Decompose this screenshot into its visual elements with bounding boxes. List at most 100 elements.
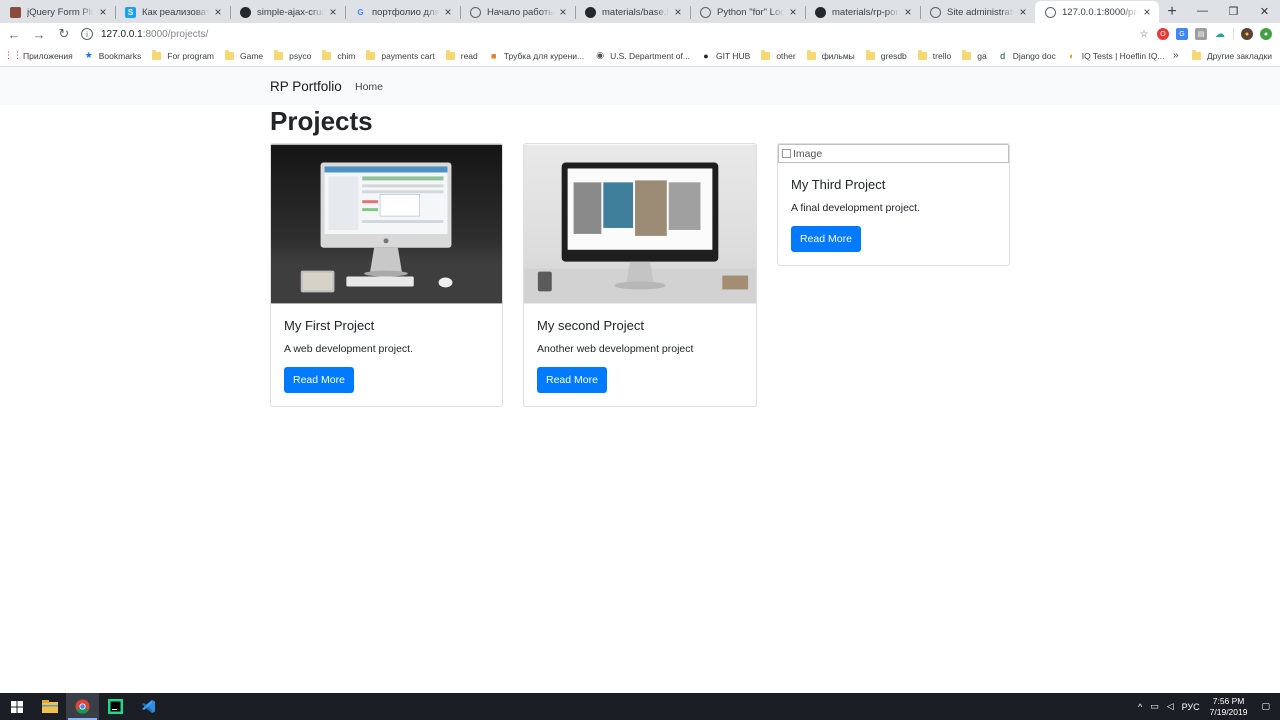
new-tab-button[interactable]: + [1159,1,1185,23]
read-more-button[interactable]: Read More [791,226,861,252]
tab-close-icon[interactable]: × [902,5,914,19]
bookmark-item[interactable]: ◉ U.S. Department of... [595,50,690,61]
tab-list: jQuery Form Plugin×SКак реализовать C×si… [0,1,1159,23]
bookmark-item[interactable]: фильмы [806,49,855,61]
bookmark-label: trello [932,50,952,61]
file-explorer-icon[interactable] [33,693,66,720]
tab-close-icon[interactable]: × [327,5,339,19]
folder-icon [322,49,332,60]
opera-extension-icon[interactable]: O [1157,28,1169,40]
tab-title: Как реализовать C [142,6,209,18]
bookmark-item[interactable]: For program [152,49,214,61]
folder-icon [865,49,875,60]
minimize-icon[interactable]: — [1187,0,1218,22]
tab-close-icon[interactable]: × [97,5,109,19]
other-bookmarks[interactable]: Другие закладки [1191,49,1272,61]
tab-title: materials/base.htm [602,6,669,18]
address-path: :8000/projects/ [142,28,209,40]
network-icon[interactable]: ▭ [1150,701,1159,712]
bookmark-item[interactable]: ★ Bookmarks [84,50,142,61]
translate-extension-icon[interactable]: G [1176,28,1188,40]
close-window-icon[interactable]: ✕ [1249,0,1280,22]
tab-close-icon[interactable]: × [787,5,799,19]
cloud-extension-icon[interactable]: ☁ [1214,28,1226,40]
volume-icon[interactable]: ◁ [1167,701,1174,712]
project-card-3: Image My Third Project A final developme… [777,143,1010,266]
bookmark-item[interactable]: read [445,49,478,61]
read-more-button[interactable]: Read More [284,367,354,393]
menu-extension-icon[interactable]: ● [1260,28,1272,40]
browser-tab[interactable]: Начало работы с D× [460,1,575,23]
tray-chevron-icon[interactable]: ^ [1138,702,1142,712]
browser-tab[interactable]: simple-ajax-crud/vi× [230,1,345,23]
tab-close-icon[interactable]: × [1141,5,1153,19]
folder-icon [806,49,816,60]
tab-close-icon[interactable]: × [672,5,684,19]
more-bookmarks-chevron-icon[interactable]: » [1173,50,1179,61]
tab-title: Site administration [947,6,1014,18]
bookmark-label: other [776,50,796,61]
bookmark-item[interactable]: ■ Трубка для курени... [489,51,584,61]
bookmark-item[interactable]: chim [322,49,355,61]
bookmark-label: GIT HUB [715,50,751,61]
image-alt-text: Image [793,147,823,160]
address-bar[interactable]: i 127.0.0.1:8000/projects/ [81,24,1138,44]
browser-tab[interactable]: jQuery Form Plugin× [0,1,115,23]
bookmark-item[interactable]: ga [962,49,987,61]
bookmark-item[interactable]: trello [917,49,952,61]
browser-tab[interactable]: materials/base.htm× [575,1,690,23]
globe-icon [930,6,941,18]
bookmark-item[interactable]: d Django doc [998,51,1056,61]
bookmarks-bar: ⋮⋮ Приложения ★ Bookmarks For program Game psy… [0,45,1280,67]
bookmark-item[interactable]: payments cart [366,49,435,61]
bookmark-item[interactable]: other [761,49,796,61]
bookmark-item[interactable]: psyco [274,49,311,61]
vscode-icon[interactable] [132,693,165,720]
bookmark-label: U.S. Department of... [610,50,690,61]
language-indicator[interactable]: РУС [1182,702,1200,712]
bookmark-label: Django doc [1012,50,1056,61]
nav-home-link[interactable]: Home [355,81,383,93]
bookmark-item[interactable]: Game [225,49,263,61]
browser-tab[interactable]: Site administration× [920,1,1035,23]
bookmark-item[interactable]: ⋮⋮ Приложения [4,50,73,61]
bookmark-star-icon[interactable]: ☆ [1138,28,1150,40]
tab-close-icon[interactable]: × [557,5,569,19]
tab-close-icon[interactable]: × [442,5,454,19]
profile-avatar-icon[interactable]: ● [1241,28,1253,40]
site-info-icon[interactable]: i [81,28,93,40]
folder-icon [445,49,455,60]
browser-tab[interactable]: S Как реализовать C× [115,1,230,23]
other-bookmarks-label: Другие закладки [1206,50,1272,61]
back-arrow-icon[interactable]: ← [3,23,25,45]
favicon-s-icon: S [125,6,136,18]
tab-close-icon[interactable]: × [1017,5,1029,19]
browser-tab[interactable]: materials/rp-portfo× [805,1,920,23]
site-navbar: RP Portfolio Home [0,67,1280,105]
folder-icon [917,49,927,60]
tab-close-icon[interactable]: × [212,5,224,19]
browser-tab[interactable]: Gпортфолио для dja× [345,1,460,23]
restore-icon[interactable]: ❐ [1218,0,1249,22]
bookmark-item[interactable]: ◐ IQ Tests | Hoeflin IQ... [1067,51,1165,61]
forward-arrow-icon[interactable]: → [28,23,50,45]
windows-taskbar: ^ ▭ ◁ РУС 7:56 PM 7/19/2019 ▢ [0,693,1280,720]
reload-icon[interactable]: ↻ [53,23,75,45]
site-brand-link[interactable]: RP Portfolio [270,79,342,94]
pycharm-icon[interactable] [99,693,132,720]
folder-icon [366,49,376,60]
folder-icon [152,49,162,60]
bookmark-item[interactable]: ● GIT HUB [701,51,750,61]
taskbar-clock[interactable]: 7:56 PM 7/19/2019 [1210,696,1248,718]
browser-tab[interactable]: Python "for" Loops× [690,1,805,23]
tab-title: simple-ajax-crud/vi [257,6,324,18]
bookmark-item[interactable]: gresdb [865,49,907,61]
read-more-button[interactable]: Read More [537,367,607,393]
folder-icon [761,49,771,60]
browser-tab[interactable]: 127.0.0.1:8000/proj × [1035,1,1159,23]
windows-start-icon[interactable] [0,693,33,720]
action-center-icon[interactable]: ▢ [1261,701,1270,712]
folder-icon [1191,49,1201,60]
pdf-extension-icon[interactable]: ▤ [1195,28,1207,40]
chrome-taskbar-icon[interactable] [66,693,99,720]
